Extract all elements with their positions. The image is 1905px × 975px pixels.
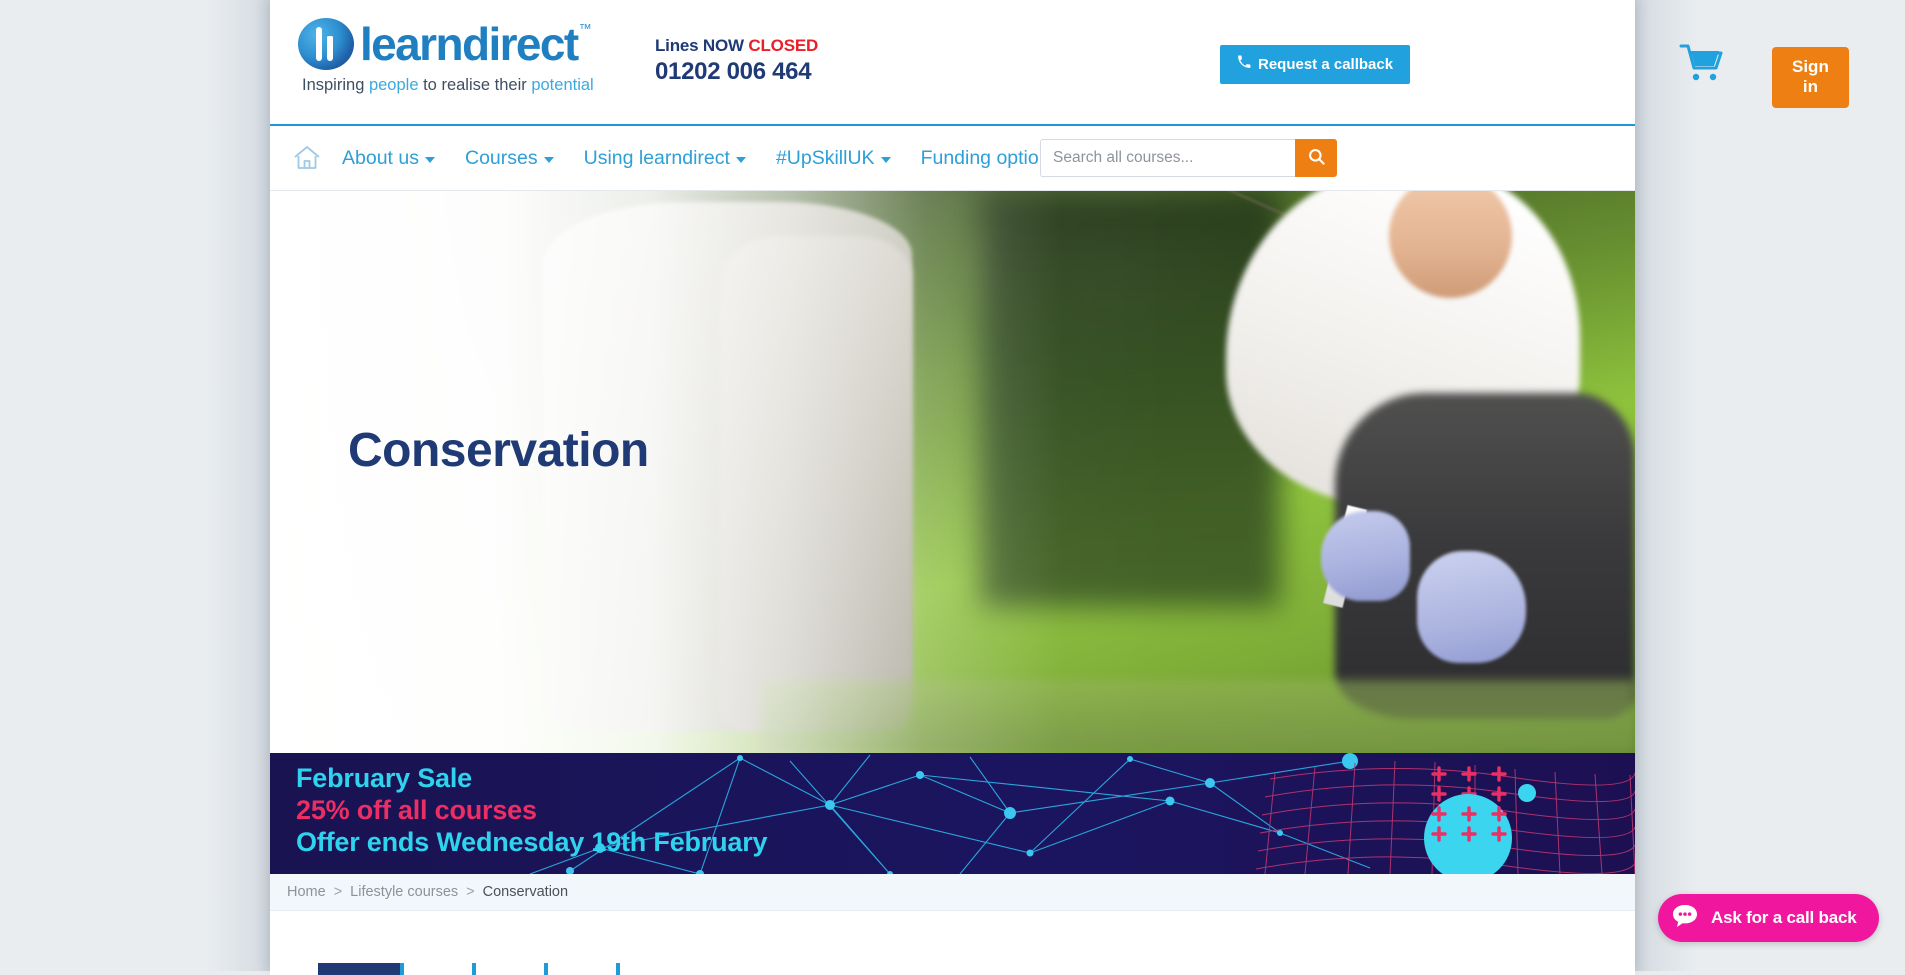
- page-right-shadow: [1635, 0, 1697, 971]
- breadcrumb: Home > Lifestyle courses > Conservation: [270, 874, 1635, 911]
- lines-status-badge: CLOSED: [748, 36, 819, 55]
- nav-item-courses[interactable]: Courses: [465, 147, 554, 170]
- nav-item-using-learndirect[interactable]: Using learndirect: [584, 147, 746, 170]
- learndirect-logo-icon: [298, 18, 354, 70]
- promo-line-2: 25% off all courses: [296, 794, 537, 825]
- tab-spacer: [404, 963, 472, 975]
- page-title: Conservation: [348, 424, 649, 477]
- trademark-symbol: ™: [578, 21, 592, 36]
- tab-spacer: [548, 963, 616, 975]
- breadcrumb-item-lifestyle-courses[interactable]: Lifestyle courses: [350, 884, 458, 900]
- promo-line-3: Offer ends Wednesday 19th February: [296, 826, 768, 857]
- chevron-down-icon: [543, 157, 554, 163]
- shopping-cart-icon[interactable]: [1679, 42, 1725, 84]
- nav-item-label: #UpSkillUK: [775, 146, 875, 169]
- nav-item-upskilluk[interactable]: #UpSkillUK: [776, 147, 891, 170]
- logo-tagline: Inspiring people to realise their potent…: [302, 76, 618, 95]
- promo-line-1: February Sale: [296, 763, 472, 793]
- request-callback-button[interactable]: Request a callback: [1220, 45, 1411, 84]
- sign-in-button[interactable]: Sign in: [1772, 47, 1849, 108]
- site-header: learndirect ™ Inspiring people to realis…: [270, 0, 1849, 126]
- nav-item-label: Funding options: [920, 146, 1060, 169]
- nav-item-label: About us: [342, 146, 419, 169]
- page-shell: learndirect ™ Inspiring people to realis…: [270, 0, 1849, 975]
- tagline-highlight-people: people: [368, 76, 419, 94]
- home-icon[interactable]: [292, 143, 322, 173]
- chat-bubble-icon: [1670, 901, 1700, 936]
- tagline-part-2: to realise their: [418, 76, 532, 94]
- tagline-highlight-potential: potential: [531, 76, 594, 94]
- phone-number[interactable]: 01202 006 464: [655, 58, 818, 86]
- tagline-part-1: Inspiring: [302, 76, 369, 94]
- chevron-down-icon: [735, 157, 746, 163]
- promo-banner-text: February Sale 25% off all courses Offer …: [296, 763, 768, 859]
- tab-spacer: [476, 963, 544, 975]
- ask-for-call-back-widget[interactable]: Ask for a call back: [1658, 894, 1879, 942]
- phone-block: Lines NOW CLOSED 01202 006 464: [655, 36, 818, 86]
- nav-item-about-us[interactable]: About us: [342, 147, 435, 170]
- breadcrumb-item-home[interactable]: Home: [287, 884, 326, 900]
- nav-item-label: Courses: [464, 146, 538, 169]
- chat-widget-label: Ask for a call back: [1711, 908, 1857, 927]
- nav-items-row: About us Courses Using learndirect #UpSk…: [270, 126, 1635, 190]
- page-left-shadow: [208, 0, 270, 971]
- content-area: [270, 911, 1635, 975]
- logo-row: learndirect ™: [298, 16, 618, 72]
- nav-item-label: Using learndirect: [583, 146, 730, 169]
- search-button[interactable]: [1295, 139, 1337, 177]
- tab-active[interactable]: [318, 963, 400, 975]
- chevron-down-icon: [880, 157, 891, 163]
- logo-wordmark-text: learndirect: [360, 18, 579, 70]
- request-callback-label: Request a callback: [1258, 55, 1394, 73]
- search-icon: [1307, 147, 1326, 169]
- lines-label: Lines NOW: [655, 36, 749, 55]
- chevron-down-icon: [424, 157, 435, 163]
- hero-banner: Conservation: [270, 191, 1635, 753]
- search-input[interactable]: [1040, 139, 1295, 177]
- lines-status-line: Lines NOW CLOSED: [655, 36, 818, 56]
- tab-divider: [616, 963, 620, 975]
- content-tabs-row: [318, 963, 620, 975]
- breadcrumb-item-conservation: Conservation: [482, 884, 569, 900]
- breadcrumb-separator: >: [333, 884, 343, 900]
- breadcrumb-separator: >: [466, 884, 475, 900]
- main-navigation: About us Courses Using learndirect #UpSk…: [270, 126, 1635, 191]
- phone-icon: [1237, 55, 1251, 73]
- course-search: [1040, 139, 1337, 177]
- promo-banner[interactable]: February Sale 25% off all courses Offer …: [270, 753, 1635, 874]
- site-logo[interactable]: learndirect ™ Inspiring people to realis…: [298, 16, 618, 95]
- logo-wordmark: learndirect ™: [360, 18, 592, 70]
